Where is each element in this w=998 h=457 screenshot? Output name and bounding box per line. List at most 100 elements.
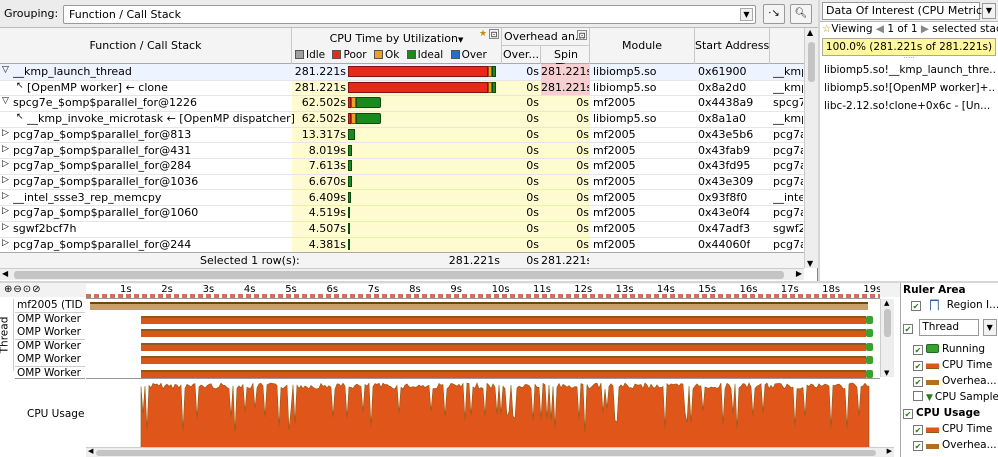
extra-value: pcg7a — [773, 206, 803, 220]
thread-select[interactable]: Thread — [919, 319, 980, 336]
table-row[interactable]: ▷ pcg7ap_$omp$parallel_for@431 8.019s 0s 0s m… — [0, 143, 804, 160]
resize-grip-icon[interactable]: ····· — [820, 55, 998, 62]
customize-grouping-button[interactable]: ⋅↘ — [763, 4, 785, 24]
thread-checkbox[interactable]: ✔ — [903, 323, 913, 334]
thread-activity-bar — [141, 369, 866, 378]
thread-lane[interactable] — [86, 312, 880, 326]
scroll-left-icon[interactable]: ◀ — [88, 447, 93, 455]
cpu-time2-checkbox[interactable]: ✔ — [913, 425, 923, 435]
lanes-vertical-scrollbar[interactable]: ▲ ▼ — [880, 299, 894, 377]
vertical-scroll-thumb[interactable] — [808, 42, 815, 82]
scroll-right-icon[interactable]: ▶ — [887, 447, 892, 455]
overhead-checkbox[interactable]: ✔ — [913, 377, 923, 387]
column-spin[interactable]: Spin Ti... — [541, 46, 590, 74]
running-row[interactable]: ✔ Running — [901, 343, 998, 359]
column-module-label: Module — [622, 39, 662, 52]
stack-frame[interactable]: libiomp5.so!__kmp_launch_thre... — [824, 64, 996, 76]
legend-ideal: Ideal — [417, 49, 444, 61]
timeline-horizontal-scrollbar[interactable]: ◀ ▶ — [86, 447, 894, 457]
cpu-sample-checkbox[interactable] — [913, 391, 923, 401]
zoom-tools[interactable]: ⊕⊖⊙⊘ — [4, 284, 42, 295]
thread-lane[interactable] — [86, 353, 880, 366]
thread-lane[interactable] — [86, 326, 880, 339]
lanes-scroll-thumb[interactable] — [884, 309, 891, 337]
zoom-fit-icon[interactable]: ⊙ — [23, 284, 32, 295]
table-row[interactable]: ↖ __kmp_invoke_microtask ← [OpenMP dispat… — [0, 111, 804, 128]
ideal-swatch — [406, 50, 416, 59]
table-row[interactable]: ▷ pcg7ap_$omp$parallel_for@1036 6.670s 0s 0s… — [0, 174, 804, 191]
column-cpu-time[interactable]: CPU Time by Utilization▼ ★ ⊡ Idle Poor O… — [292, 28, 502, 64]
extra-value: pcg7a — [773, 143, 803, 157]
table-row[interactable]: ▽ spcg7e_$omp$parallel_for@1226 62.502s 0s 0… — [0, 95, 804, 112]
running-swatch — [926, 344, 939, 353]
thread-label[interactable]: OMP Worker — [15, 326, 85, 340]
running-checkbox[interactable]: ✔ — [913, 345, 923, 355]
cpu-time-value: 281.221s — [294, 65, 346, 78]
zoom-out-icon[interactable]: ⊖ — [13, 284, 22, 295]
table-row[interactable]: ▷ pcg7ap_$omp$parallel_for@813 13.317s 0s 0s… — [0, 127, 804, 144]
overhead-row[interactable]: ✔ Overhea... — [901, 375, 998, 391]
column-function[interactable]: Function / Call Stack — [0, 28, 292, 64]
region-row[interactable]: ✔ ▕▔▏ Region I... — [901, 299, 998, 315]
scroll-up-icon[interactable]: ▲ — [884, 299, 889, 307]
thread-label[interactable]: mf2005 (TID — [15, 299, 85, 313]
column-start-address[interactable]: Start Address — [695, 28, 770, 64]
column-extra[interactable] — [770, 28, 804, 64]
horizontal-scrollbar[interactable]: ◀ ▶ — [0, 268, 804, 280]
table-row[interactable]: ▷ sgwf2bcf7h 4.507s 0s 0s mf2005 0x47adf3 sgwf2… — [0, 221, 804, 238]
stack-frame[interactable]: libiomp5.so![OpenMP worker]+... — [824, 82, 996, 94]
function-name: pcg7ap_$omp$parallel_for@1060 — [13, 206, 199, 220]
table-row[interactable]: ↖ [OpenMP worker] ← clone 281.221s 0s 281.22… — [0, 79, 804, 97]
cpu-usage-heading-row[interactable]: ✔ CPU Usage — [901, 407, 998, 423]
address-value: 0x4438a9 — [698, 96, 754, 110]
thread-label[interactable]: OMP Worker — [15, 312, 85, 327]
cpu-sample-row[interactable]: ▼ CPU Sample — [901, 391, 998, 407]
timeline-scroll-thumb[interactable] — [96, 450, 876, 456]
thread-label[interactable]: OMP Worker — [15, 339, 85, 354]
scroll-right-icon[interactable]: ▶ — [796, 269, 802, 278]
zoom-reset-icon[interactable]: ⊘ — [32, 284, 41, 295]
zoom-in-icon[interactable]: ⊕ — [4, 284, 13, 295]
thread-lane[interactable] — [86, 339, 880, 353]
chevron-down-icon[interactable]: ▼ — [982, 3, 996, 19]
column-overhead-group[interactable]: Overhead an... ⊡ — [502, 28, 590, 46]
region-checkbox[interactable]: ✔ — [911, 301, 921, 311]
next-stack-icon[interactable]: ▶ — [921, 23, 929, 35]
table-row[interactable]: ▷ pcg7ap_$omp$parallel_for@244 4.381s 0s 0s m… — [0, 237, 804, 254]
column-module[interactable]: Module — [590, 28, 695, 64]
table-row[interactable]: ▷ pcg7ap_$omp$parallel_for@1060 4.519s 0s 0s… — [0, 205, 804, 222]
grouping-select[interactable]: Function / Call Stack ▼ — [63, 5, 756, 24]
cpu-time2-row[interactable]: ✔ CPU Time — [901, 423, 998, 439]
scroll-up-icon[interactable]: ▲ — [807, 28, 813, 37]
expand-column-icon[interactable]: ⊡ — [489, 29, 499, 39]
vertical-scrollbar[interactable]: ▲ ▼ — [804, 28, 818, 268]
table-row[interactable]: ▷ pcg7ap_$omp$parallel_for@284 7.613s 0s 0s m… — [0, 158, 804, 175]
address-value: 0x8a2d0 — [698, 80, 747, 94]
spin-value: 281.221s — [541, 80, 589, 94]
scroll-down-icon[interactable]: ▼ — [884, 369, 889, 377]
chevron-down-icon[interactable]: ▼ — [982, 319, 997, 336]
time-tick: 4s — [243, 284, 256, 295]
search-button[interactable]: 🔍︎ — [790, 4, 812, 24]
column-over[interactable]: Over... — [502, 46, 541, 64]
overhead2-row[interactable]: ✔ Overhea... — [901, 439, 998, 455]
table-row[interactable]: ▽ __kmp_launch_thread 281.221s 0s 281.221s li… — [0, 64, 804, 81]
prev-stack-icon[interactable]: ◀ — [876, 23, 884, 35]
cpu-time-checkbox[interactable]: ✔ — [913, 361, 923, 371]
doi-select[interactable]: Data Of Interest (CPU Metrics) — [822, 2, 992, 20]
expand-column-icon[interactable]: ⊡ — [577, 30, 587, 40]
thread-label[interactable]: OMP Worker — [15, 353, 85, 367]
stack-frame[interactable]: libc-2.12.so!clone+0x6c - [Un... — [824, 100, 996, 112]
cpu-time-row[interactable]: ✔ CPU Time — [901, 359, 998, 375]
time-ruler[interactable]: 1s 2s 3s 4s 5s 6s 7s 8s 9s 10s 11s 12s 13s 14s 15s 16s 1… — [86, 284, 880, 299]
grouping-bar: Grouping: Function / Call Stack ▼ ⋅↘ 🔍︎ — [0, 0, 818, 28]
table-row[interactable]: ▷ __intel_ssse3_rep_memcpy 6.409s 0s 0s mf200… — [0, 190, 804, 207]
running-end-marker — [866, 315, 873, 324]
overhead2-checkbox[interactable]: ✔ — [913, 441, 923, 451]
scroll-down-icon[interactable]: ▼ — [807, 259, 813, 268]
scroll-left-icon[interactable]: ◀ — [2, 269, 8, 278]
extra-value: __kmp — [773, 65, 803, 78]
thread-lane[interactable] — [86, 299, 880, 312]
cpu-usage-checkbox[interactable]: ✔ — [903, 409, 913, 419]
horizontal-scroll-thumb[interactable] — [14, 271, 784, 279]
